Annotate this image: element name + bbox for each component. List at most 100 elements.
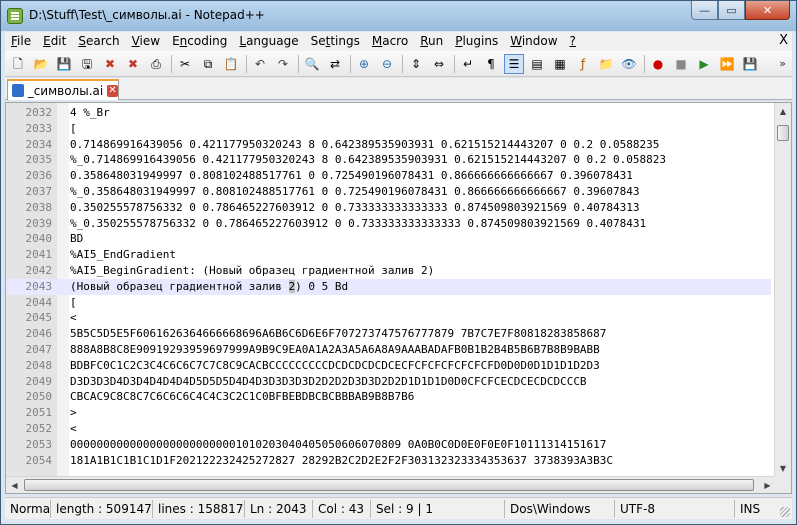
editor-line[interactable]: 2047 888A8B8C8E90919293959697999A9B9C9EA0…: [6, 342, 771, 358]
editor-line[interactable]: 2041 %AI5_EndGradient: [6, 247, 771, 263]
line-text[interactable]: 888A8B8C8E90919293959697999A9B9C9EA0A1A2…: [70, 342, 600, 358]
editor-line[interactable]: 2054 181A1B1C1B1C1D1F202122232425272827 2…: [6, 453, 771, 469]
line-text[interactable]: <: [70, 310, 77, 326]
zoom-out-icon[interactable]: ⊖: [378, 55, 396, 73]
word-wrap-icon[interactable]: ↵: [459, 55, 477, 73]
editor-line[interactable]: 2044 [: [6, 295, 771, 311]
line-text[interactable]: >: [70, 405, 77, 421]
vertical-scrollbar[interactable]: ▲ ▼: [774, 103, 791, 477]
monitoring-icon[interactable]: 👁: [620, 55, 638, 73]
line-text[interactable]: %_0.358648031949997 0.808102488517761 0 …: [70, 184, 640, 200]
line-text[interactable]: D3D3D3D4D3D4D4D4D4D5D5D5D4D4D3D3D3D3D2D2…: [70, 374, 587, 390]
tab-document[interactable]: _символы.ai ✕: [7, 79, 119, 100]
sync-vertical-icon[interactable]: ⇕: [407, 55, 425, 73]
title-bar[interactable]: D:\Stuff\Test\_символы.ai - Notepad++ — …: [1, 1, 796, 31]
open-file-icon[interactable]: 📂: [32, 55, 50, 73]
menu-item[interactable]: Language: [233, 32, 304, 51]
scroll-down-arrow-icon[interactable]: ▼: [775, 460, 791, 477]
line-text[interactable]: 0.350255578756332 0 0.786465227603912 0 …: [70, 200, 640, 216]
doc-map-icon[interactable]: ▦: [551, 55, 569, 73]
line-text[interactable]: %AI5_EndGradient: [70, 247, 176, 263]
editor-line[interactable]: 2052 <: [6, 421, 771, 437]
editor-line[interactable]: 2043 (Новый образец градиентной залив 2) …: [6, 278, 771, 295]
run-multiple-icon[interactable]: ⏩: [718, 55, 736, 73]
scroll-up-arrow-icon[interactable]: ▲: [775, 103, 791, 120]
line-text[interactable]: <: [70, 421, 77, 437]
editor-line[interactable]: 2050 CBCAC9C8C8C7C6C6C6C4C4C3C2C1C0BFBEBD…: [6, 389, 771, 405]
editor-line[interactable]: 2045 <: [6, 310, 771, 326]
line-text[interactable]: [: [70, 295, 77, 311]
save-icon[interactable]: 💾: [55, 55, 73, 73]
line-text[interactable]: CBCAC9C8C8C7C6C6C6C4C4C3C2C1C0BFBEBDBCBC…: [70, 389, 414, 405]
minimize-button[interactable]: —: [691, 1, 718, 20]
udl-icon[interactable]: ▤: [528, 55, 546, 73]
zoom-in-icon[interactable]: ⊕: [355, 55, 373, 73]
menu-item[interactable]: Search: [72, 32, 125, 51]
line-text[interactable]: 4 %_Br: [70, 105, 110, 121]
editor-line[interactable]: 2039 %_0.350255578756332 0 0.786465227603…: [6, 216, 771, 232]
vertical-scroll-thumb[interactable]: [777, 125, 789, 141]
editor-line[interactable]: 2048 BDBFC0C1C2C3C4C6C6C7C7C8C9CACBCCCCCC…: [6, 358, 771, 374]
editor-area[interactable]: 2032 4 %_Br 2033 [2034 0.714869916439056 0.4…: [5, 102, 792, 494]
editor-line[interactable]: 2040 BD: [6, 231, 771, 247]
save-macro-icon[interactable]: 💾: [741, 55, 759, 73]
editor-line[interactable]: 2046 5B5C5D5E5F6061626364666668696A6B6C6D…: [6, 326, 771, 342]
editor-line[interactable]: 2053 000000000000000000000000010102030404…: [6, 437, 771, 453]
resize-grip-icon[interactable]: [780, 507, 790, 517]
menu-item[interactable]: Encoding: [166, 32, 233, 51]
editor-line[interactable]: 2034 0.714869916439056 0.421177950320243 …: [6, 137, 771, 153]
cut-icon[interactable]: ✂: [176, 55, 194, 73]
close-window-button[interactable]: ✕: [745, 1, 790, 20]
folder-workspace-icon[interactable]: 📁: [597, 55, 615, 73]
replace-icon[interactable]: ⇄: [326, 55, 344, 73]
stop-record-icon[interactable]: ■: [672, 55, 690, 73]
line-text[interactable]: 0000000000000000000000000101020304040505…: [70, 437, 606, 453]
new-file-icon[interactable]: 🗋: [9, 55, 27, 73]
horizontal-scroll-thumb[interactable]: [24, 479, 754, 491]
line-text[interactable]: %_0.714869916439056 0.421177950320243 8 …: [70, 152, 666, 168]
line-text[interactable]: 5B5C5D5E5F6061626364666668696A6B6C6D6E6F…: [70, 326, 606, 342]
status-insert-mode[interactable]: INS: [735, 500, 775, 518]
close-document-button[interactable]: X: [779, 33, 788, 48]
editor-line[interactable]: 2037 %_0.358648031949997 0.80810248851776…: [6, 184, 771, 200]
editor-line[interactable]: 2036 0.358648031949997 0.808102488517761 …: [6, 168, 771, 184]
menu-item[interactable]: Edit: [37, 32, 72, 51]
editor-line[interactable]: 2049 D3D3D3D4D3D4D4D4D4D5D5D5D4D4D3D3D3D3…: [6, 374, 771, 390]
indent-guide-icon[interactable]: ☰: [504, 53, 524, 74]
close-all-icon[interactable]: ✖: [124, 55, 142, 73]
print-icon[interactable]: ⎙: [147, 55, 165, 73]
text-lines[interactable]: 2032 4 %_Br 2033 [2034 0.714869916439056 0.4…: [6, 105, 771, 468]
menu-item[interactable]: Settings: [305, 32, 366, 51]
menu-item[interactable]: Window: [504, 32, 563, 51]
editor-line[interactable]: 2032 4 %_Br: [6, 105, 771, 121]
line-text[interactable]: %AI5_BeginGradient: (Новый образец гради…: [70, 263, 434, 279]
paste-icon[interactable]: 📋: [222, 55, 240, 73]
redo-icon[interactable]: ↷: [274, 55, 292, 73]
line-text[interactable]: 181A1B1C1B1C1D1F202122232425272827 28292…: [70, 453, 613, 469]
notepadpp-app-icon[interactable]: [7, 8, 23, 24]
horizontal-scrollbar[interactable]: ◀ ▶: [6, 476, 776, 493]
line-text[interactable]: [: [70, 121, 77, 137]
undo-icon[interactable]: ↶: [251, 55, 269, 73]
line-text[interactable]: 0.358648031949997 0.808102488517761 0 0.…: [70, 168, 633, 184]
line-text[interactable]: %_0.350255578756332 0 0.786465227603912 …: [70, 216, 646, 232]
maximize-button[interactable]: ▭: [718, 1, 745, 20]
menu-item[interactable]: File: [5, 32, 37, 51]
tab-close-icon[interactable]: ✕: [107, 84, 118, 97]
record-macro-icon[interactable]: ●: [649, 55, 667, 73]
status-eol-format[interactable]: Dos\Windows: [505, 499, 615, 518]
editor-line[interactable]: 2042 %AI5_BeginGradient: (Новый образец г…: [6, 263, 771, 279]
menu-item[interactable]: ?: [564, 32, 582, 51]
menu-item[interactable]: Run: [414, 32, 449, 51]
editor-line[interactable]: 2051 >: [6, 405, 771, 421]
close-icon[interactable]: ✖: [101, 55, 119, 73]
function-list-icon[interactable]: ƒ: [574, 55, 592, 73]
line-text[interactable]: BDBFC0C1C2C3C4C6C6C7C7C8C9CACBCCCCCCCCCD…: [70, 358, 600, 374]
all-characters-icon[interactable]: ¶: [482, 55, 500, 73]
copy-icon[interactable]: ⧉: [199, 55, 217, 73]
menu-item[interactable]: Macro: [366, 32, 414, 51]
find-icon[interactable]: 🔍: [303, 55, 321, 73]
line-text[interactable]: (Новый образец градиентной залив 2) 0 5 …: [70, 279, 348, 295]
save-all-icon[interactable]: 🖫: [78, 55, 96, 73]
editor-line[interactable]: 2035 %_0.714869916439056 0.42117795032024…: [6, 152, 771, 168]
